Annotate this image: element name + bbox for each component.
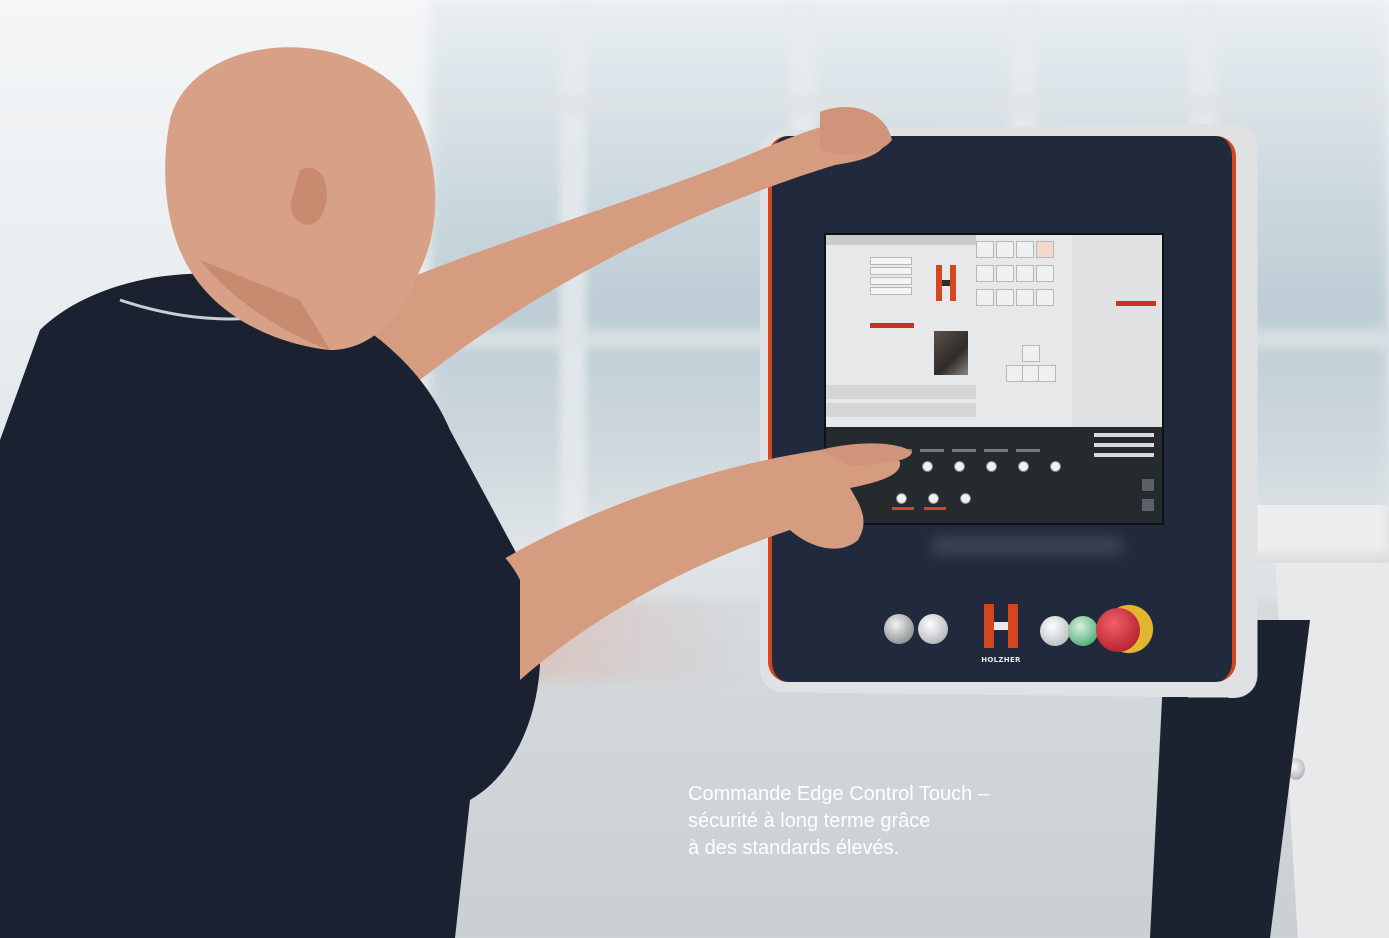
photo-scene: HOLZHER Commande Edge Control Touch – sé… xyxy=(0,0,1389,938)
raised-hand xyxy=(820,107,892,155)
pointing-arm xyxy=(470,448,901,680)
caption-line-2: sécurité à long terme grâce xyxy=(688,810,931,832)
caption-line-3: à des standards élevés. xyxy=(688,837,900,859)
caption-line-1: Commande Edge Control Touch – xyxy=(688,783,989,805)
photo-caption: Commande Edge Control Touch – sécurité à… xyxy=(688,781,1108,862)
